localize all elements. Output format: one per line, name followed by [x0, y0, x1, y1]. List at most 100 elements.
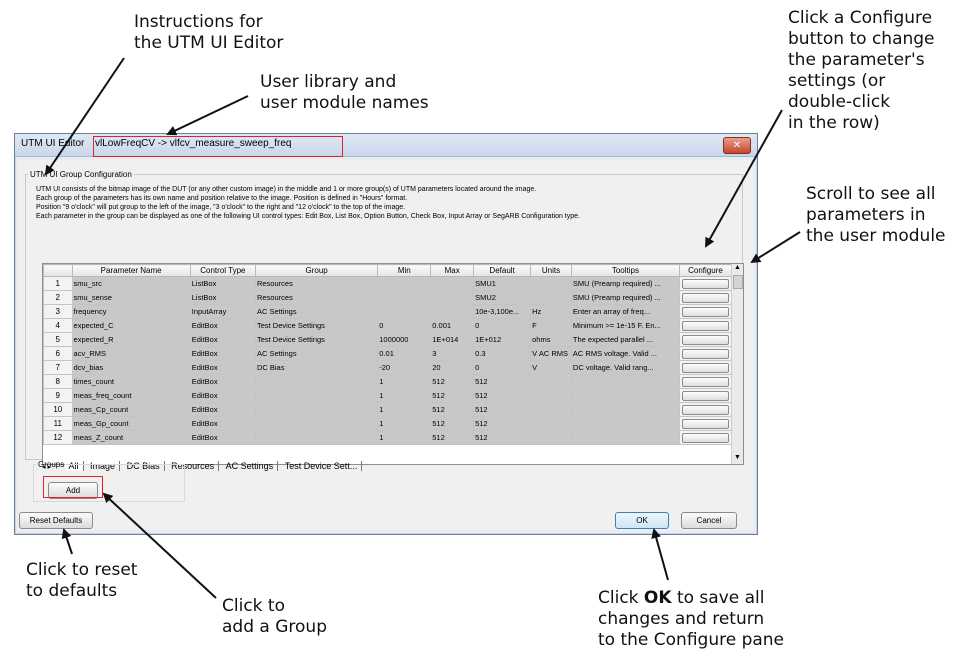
configure-button[interactable] — [681, 278, 729, 289]
table-cell[interactable] — [530, 430, 572, 445]
table-row[interactable]: 11 meas_Gp_count EditBox 1 512 512 — [43, 416, 733, 431]
table-row[interactable]: 4 expected_C EditBox Test Device Settings 0 0… — [43, 318, 733, 333]
table-cell[interactable] — [377, 276, 432, 291]
table-cell[interactable]: meas_Gp_count — [71, 416, 191, 431]
table-cell[interactable]: 0.3 — [473, 346, 532, 361]
table-cell[interactable]: 512 — [473, 374, 532, 389]
table-cell[interactable]: AC RMS voltage. Valid ... — [570, 346, 680, 361]
table-cell[interactable]: V — [530, 360, 572, 375]
table-cell[interactable]: EditBox — [189, 430, 256, 445]
column-header[interactable]: Default — [473, 264, 532, 277]
table-cell[interactable]: The expected parallel ... — [570, 332, 680, 347]
configure-button[interactable] — [681, 320, 729, 331]
table-cell[interactable]: EditBox — [189, 402, 256, 417]
vertical-scrollbar[interactable]: ▲ ▼ — [731, 264, 743, 464]
configure-button[interactable] — [681, 292, 729, 303]
table-row[interactable]: 7 dcv_bias EditBox DC Bias -20 20 0 V DC voltage… — [43, 360, 733, 375]
table-cell[interactable] — [430, 276, 475, 291]
table-cell[interactable]: V AC RMS — [530, 346, 572, 361]
column-header[interactable]: Group — [254, 264, 379, 277]
table-cell[interactable]: 1E+014 — [430, 332, 475, 347]
table-cell[interactable] — [530, 374, 572, 389]
table-cell[interactable]: 0 — [473, 360, 532, 375]
cancel-button[interactable]: Cancel — [681, 512, 737, 529]
table-cell[interactable]: InputArray — [189, 304, 256, 319]
table-cell[interactable]: 512 — [430, 402, 475, 417]
table-cell[interactable]: 0 — [377, 318, 432, 333]
table-cell[interactable] — [254, 402, 379, 417]
table-cell[interactable]: smu_sense — [71, 290, 191, 305]
configure-button[interactable] — [681, 390, 729, 401]
table-cell[interactable]: Resources — [254, 276, 379, 291]
table-cell[interactable] — [254, 388, 379, 403]
close-button[interactable]: ✕ — [723, 137, 751, 154]
table-cell[interactable]: smu_src — [71, 276, 191, 291]
table-cell[interactable] — [254, 430, 379, 445]
table-cell[interactable]: EditBox — [189, 388, 256, 403]
table-row[interactable]: 6 acv_RMS EditBox AC Settings 0.01 3 0.3 V AC R… — [43, 346, 733, 361]
parameter-grid[interactable]: Parameter Name Control Type Group Min Ma… — [42, 263, 744, 465]
table-cell[interactable]: 1 — [377, 374, 432, 389]
table-cell[interactable]: 512 — [430, 388, 475, 403]
table-cell[interactable] — [430, 290, 475, 305]
table-cell[interactable] — [377, 290, 432, 305]
table-cell[interactable] — [430, 304, 475, 319]
table-cell[interactable] — [530, 290, 572, 305]
ok-button[interactable]: OK — [615, 512, 669, 529]
table-cell[interactable] — [570, 374, 680, 389]
column-header[interactable]: Max — [430, 264, 475, 277]
table-cell[interactable]: DC voltage. Valid rang... — [570, 360, 680, 375]
table-cell[interactable]: EditBox — [189, 318, 256, 333]
table-cell[interactable]: SMU2 — [473, 290, 532, 305]
table-cell[interactable] — [530, 276, 572, 291]
table-cell[interactable]: expected_C — [71, 318, 191, 333]
column-header[interactable]: Control Type — [189, 264, 256, 277]
scroll-thumb[interactable] — [733, 275, 743, 289]
table-cell[interactable]: 3 — [430, 346, 475, 361]
table-cell[interactable]: 512 — [473, 388, 532, 403]
table-cell[interactable]: 1 — [377, 402, 432, 417]
table-cell[interactable]: frequency — [71, 304, 191, 319]
table-cell[interactable]: -20 — [377, 360, 432, 375]
table-cell[interactable]: 1 — [377, 430, 432, 445]
table-cell[interactable]: Minimum >= 1e-15 F. En... — [570, 318, 680, 333]
table-cell[interactable]: 512 — [430, 430, 475, 445]
table-cell[interactable]: Test Device Settings — [254, 332, 379, 347]
configure-button[interactable] — [681, 362, 729, 373]
scroll-up-icon[interactable]: ▲ — [732, 264, 743, 274]
table-cell[interactable]: 1000000 — [377, 332, 432, 347]
table-row[interactable]: 10 meas_Cp_count EditBox 1 512 512 — [43, 402, 733, 417]
table-cell[interactable]: AC Settings — [254, 304, 379, 319]
table-cell[interactable]: times_count — [71, 374, 191, 389]
table-cell[interactable]: meas_freq_count — [71, 388, 191, 403]
tab-test-device-settings[interactable]: Test Device Sett... — [281, 461, 363, 471]
table-cell[interactable]: 1 — [377, 388, 432, 403]
table-cell[interactable] — [570, 430, 680, 445]
table-cell[interactable]: 512 — [473, 416, 532, 431]
table-cell[interactable]: 512 — [473, 430, 532, 445]
table-cell[interactable]: EditBox — [189, 332, 256, 347]
table-cell[interactable]: Test Device Settings — [254, 318, 379, 333]
configure-button[interactable] — [681, 432, 729, 443]
table-cell[interactable]: SMU (Preamp required) ... — [570, 276, 680, 291]
table-cell[interactable] — [570, 388, 680, 403]
table-cell[interactable]: acv_RMS — [71, 346, 191, 361]
table-cell[interactable]: Enter an array of freq... — [570, 304, 680, 319]
table-cell[interactable] — [254, 416, 379, 431]
table-cell[interactable]: ohms — [530, 332, 572, 347]
table-cell[interactable]: dcv_bias — [71, 360, 191, 375]
configure-button[interactable] — [681, 348, 729, 359]
table-cell[interactable] — [530, 402, 572, 417]
table-row[interactable]: 9 meas_freq_count EditBox 1 512 512 — [43, 388, 733, 403]
table-cell[interactable]: EditBox — [189, 374, 256, 389]
table-row[interactable]: 1 smu_src ListBox Resources SMU1 SMU (Preamp … — [43, 276, 733, 291]
reset-defaults-button[interactable]: Reset Defaults — [19, 512, 93, 529]
table-cell[interactable]: 20 — [430, 360, 475, 375]
table-cell[interactable] — [570, 416, 680, 431]
table-row[interactable]: 2 smu_sense ListBox Resources SMU2 SMU (Pream… — [43, 290, 733, 305]
column-header[interactable]: Parameter Name — [71, 264, 191, 277]
configure-button[interactable] — [681, 418, 729, 429]
table-row[interactable]: 5 expected_R EditBox Test Device Settings 10… — [43, 332, 733, 347]
table-cell[interactable]: EditBox — [189, 416, 256, 431]
table-row[interactable]: 3 frequency InputArray AC Settings 10e-3,100… — [43, 304, 733, 319]
